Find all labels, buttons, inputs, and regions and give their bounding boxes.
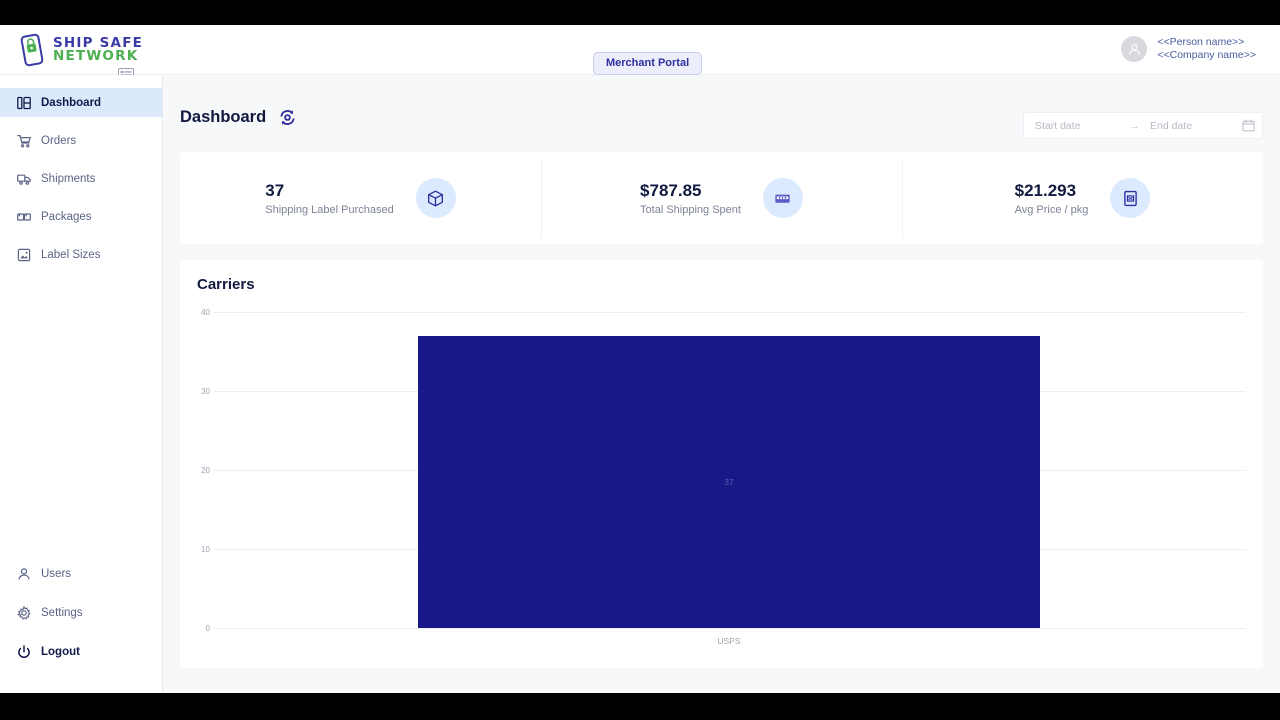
page-header: Dashboard xyxy=(180,108,297,127)
browser-top-band xyxy=(0,0,1280,25)
sidebar-primary-nav: Dashboard Orders Shipments Packages Labe… xyxy=(0,75,162,269)
sidebar-item-users[interactable]: Users xyxy=(0,559,162,588)
user-person-name: <<Person name>> xyxy=(1157,36,1245,48)
dashboard-icon xyxy=(17,96,31,109)
user-identity: <<Person name>> <<Company name>> xyxy=(1157,36,1256,62)
browser-bottom-band xyxy=(0,693,1280,720)
stat-card-shipping-labels: 37 Shipping Label Purchased xyxy=(180,152,541,244)
x-axis-tick: USPS xyxy=(717,636,741,646)
truck-icon xyxy=(17,174,31,185)
y-axis-tick: 30 xyxy=(201,387,210,396)
sidebar-item-label: Label Sizes xyxy=(41,248,101,261)
y-axis-tick: 0 xyxy=(205,624,210,633)
sidebar-secondary-nav: Users Settings Logout xyxy=(0,559,162,667)
cash-money-icon xyxy=(775,194,791,203)
carriers-chart-card: Carriers 40 30 20 10 0 37 USPS xyxy=(180,260,1263,668)
stat-icon-bubble xyxy=(415,178,456,218)
sidebar-item-label: Settings xyxy=(41,606,83,619)
chart-title: Carriers xyxy=(197,276,255,293)
cart-icon xyxy=(17,134,31,147)
date-range-separator: → xyxy=(1129,119,1140,132)
merchant-portal-badge[interactable]: Merchant Portal xyxy=(593,52,703,75)
gridline xyxy=(214,312,1246,313)
bar-usps[interactable]: 37 xyxy=(418,336,1040,628)
brand-logo-line2: NETWORK xyxy=(53,48,139,64)
sidebar-item-label: Orders xyxy=(41,134,77,147)
label-size-icon xyxy=(17,248,31,261)
stat-label: Shipping Label Purchased xyxy=(265,203,394,216)
sidebar-item-label: Packages xyxy=(41,210,92,223)
sidebar-item-label: Shipments xyxy=(41,172,96,185)
sidebar-item-label: Users xyxy=(41,567,72,580)
date-range-picker[interactable]: → xyxy=(1023,112,1263,139)
refresh-sync-icon[interactable] xyxy=(278,108,297,127)
sidebar-item-label-sizes[interactable]: Label Sizes xyxy=(0,240,162,269)
y-axis-tick: 40 xyxy=(201,308,210,317)
app-header: SHIP SAFE NETWORK Merchant Portal <<Pers… xyxy=(0,25,1280,82)
stat-icon-bubble xyxy=(1110,178,1151,218)
brand-logo[interactable]: SHIP SAFE NETWORK xyxy=(18,33,143,67)
gear-icon xyxy=(17,605,31,620)
stat-icon-bubble xyxy=(762,178,803,218)
stat-label: Total Shipping Spent xyxy=(640,203,741,216)
stat-text: $21.293 Avg Price / pkg xyxy=(1015,180,1089,215)
stat-card-total-spent: $787.85 Total Shipping Spent xyxy=(541,152,902,244)
user-avatar-icon xyxy=(1128,43,1140,55)
sidebar-item-shipments[interactable]: Shipments xyxy=(0,164,162,193)
user-company-name: <<Company name>> xyxy=(1157,49,1256,62)
boxes-icon xyxy=(17,212,31,221)
main-content: Dashboard → 37 xyxy=(163,75,1280,693)
stat-card-avg-price: $21.293 Avg Price / pkg xyxy=(902,152,1263,244)
stat-value: $21.293 xyxy=(1014,181,1077,201)
stats-row: 37 Shipping Label Purchased $787.85 Tota… xyxy=(180,152,1263,244)
label-tag-icon xyxy=(1124,190,1137,206)
package-box-icon xyxy=(428,190,444,206)
sidebar-item-orders[interactable]: Orders xyxy=(0,126,162,155)
phone-lock-icon xyxy=(20,33,44,67)
power-icon xyxy=(18,644,30,658)
bar-value-label: 37 xyxy=(724,477,734,487)
sidebar-item-packages[interactable]: Packages xyxy=(0,202,162,231)
sidebar-item-label: Logout xyxy=(41,645,80,658)
start-date-input[interactable] xyxy=(1031,119,1123,132)
app-viewport: SHIP SAFE NETWORK Merchant Portal <<Pers… xyxy=(0,25,1280,693)
user-menu[interactable]: <<Person name>> <<Company name>> xyxy=(1121,36,1256,63)
chart-plot-area: 40 30 20 10 0 37 USPS xyxy=(180,308,1263,652)
y-axis-tick: 10 xyxy=(201,545,210,554)
user-icon xyxy=(18,567,30,579)
page-title: Dashboard xyxy=(180,108,267,126)
stat-label: Avg Price / pkg xyxy=(1014,203,1089,216)
sidebar-item-settings[interactable]: Settings xyxy=(0,598,162,627)
calendar-icon[interactable] xyxy=(1242,119,1255,132)
stat-value: $787.85 xyxy=(640,181,702,201)
sidebar: Dashboard Orders Shipments Packages Labe… xyxy=(0,75,163,693)
sidebar-item-label: Dashboard xyxy=(41,96,102,109)
y-axis-tick: 20 xyxy=(201,466,210,475)
avatar xyxy=(1121,36,1148,63)
brand-logo-text: SHIP SAFE NETWORK xyxy=(53,36,143,64)
stat-text: 37 Shipping Label Purchased xyxy=(265,180,393,215)
stat-value: 37 xyxy=(265,181,285,201)
end-date-input[interactable] xyxy=(1146,119,1238,132)
sidebar-item-dashboard[interactable]: Dashboard xyxy=(0,88,162,117)
gridline xyxy=(214,628,1246,629)
sidebar-item-logout[interactable]: Logout xyxy=(0,637,162,666)
stat-text: $787.85 Total Shipping Spent xyxy=(640,180,741,215)
